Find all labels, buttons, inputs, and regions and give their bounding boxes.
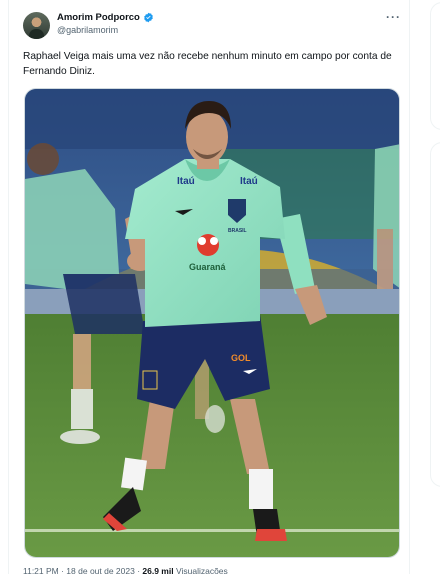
avatar[interactable] xyxy=(23,12,50,39)
tweet-footer: 11:21 PM · 18 de out de 2023 · 26,9 mil … xyxy=(23,566,228,574)
photo-soccer-player-training: Itaú Itaú BRASIL Guaraná GOL xyxy=(25,89,399,557)
more-options-icon[interactable]: ··· xyxy=(386,10,401,24)
author-display-name[interactable]: Amorim Podporco xyxy=(57,12,140,23)
right-panel-card xyxy=(430,142,440,487)
verified-badge-icon xyxy=(144,12,153,23)
shirt-sponsor-right: Itaú xyxy=(240,176,258,187)
right-panel-card xyxy=(430,2,440,130)
author-name-row[interactable]: Amorim Podporco xyxy=(57,12,154,23)
tweet-timestamp[interactable]: 11:21 PM · 18 de out de 2023 · xyxy=(23,566,142,574)
author-handle[interactable]: @gabrilamorim xyxy=(57,25,118,35)
tweet-card[interactable]: Amorim Podporco @gabrilamorim ··· Raphae… xyxy=(8,0,410,574)
shirt-brand: Guaraná xyxy=(189,262,227,272)
views-count: 26,9 mil xyxy=(142,566,174,574)
shirt-sponsor-left: Itaú xyxy=(177,176,195,187)
shorts-sponsor: GOL xyxy=(231,353,251,363)
views-label: Visualizações xyxy=(173,566,228,574)
tweet-photo[interactable]: Itaú Itaú BRASIL Guaraná GOL xyxy=(24,88,400,558)
guarana-logo-icon xyxy=(197,234,219,256)
tweet-text: Raphael Veiga mais uma vez não recebe ne… xyxy=(23,51,392,77)
crest-text: BRASIL xyxy=(228,228,247,234)
